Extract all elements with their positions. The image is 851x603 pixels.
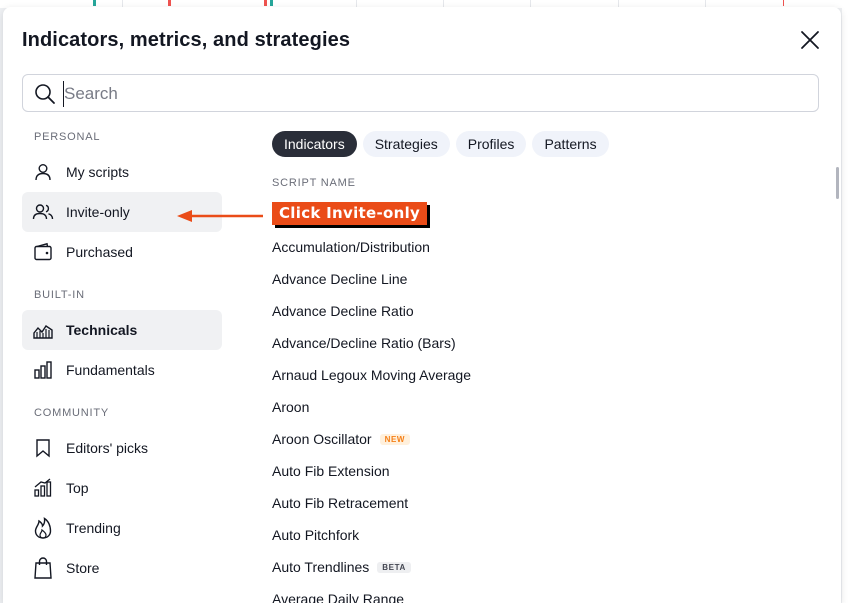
list-item[interactable]: Advance Decline Line: [272, 263, 812, 295]
script-name: Auto Trendlines: [272, 559, 370, 575]
list-item[interactable]: Auto Fib Retracement: [272, 487, 812, 519]
sidebar-item-label: Store: [66, 560, 100, 576]
script-name: Auto Fib Retracement: [272, 495, 409, 511]
candle: [168, 0, 171, 6]
script-name: Advance Decline Line: [272, 271, 408, 287]
tab-indicators[interactable]: Indicators: [272, 131, 357, 157]
indicators-dialog: Indicators, metrics, and strategies PERS…: [3, 7, 841, 603]
column-header-script-name: SCRIPT NAME: [272, 177, 356, 189]
list-item[interactable]: Arnaud Legoux Moving Average: [272, 359, 812, 391]
script-name: Auto Fib Extension: [272, 463, 390, 479]
user-icon: [32, 161, 54, 183]
section-label-personal: PERSONAL: [34, 131, 101, 143]
scrollbar-thumb[interactable]: [836, 167, 839, 199]
flame-icon: [32, 517, 54, 539]
chart-area-icon: [32, 319, 54, 341]
annotation-arrow-icon: [177, 210, 263, 222]
background-chart-edge: [842, 0, 851, 603]
sidebar-item-label: Purchased: [66, 244, 133, 260]
list-item[interactable]: Advance Decline Ratio: [272, 295, 812, 327]
list-item[interactable]: Average Daily Range: [272, 583, 812, 603]
sidebar-item-label: Top: [66, 480, 89, 496]
candle: [783, 0, 784, 6]
wallet-icon: [32, 241, 54, 263]
list-item[interactable]: Advance/Decline Ratio (Bars): [272, 327, 812, 359]
sidebar-item-editors-picks[interactable]: Editors' picks: [22, 428, 222, 468]
sidebar-item-my-scripts[interactable]: My scripts: [22, 152, 222, 192]
users-icon: [32, 201, 54, 223]
sidebar-item-label: Technicals: [66, 322, 138, 338]
section-label-built-in: BUILT-IN: [34, 289, 85, 301]
bar-chart-icon: [32, 359, 54, 381]
candle: [264, 0, 267, 6]
sidebar-item-label: Fundamentals: [66, 362, 155, 378]
script-name: Advance/Decline Ratio (Bars): [272, 335, 456, 351]
sidebar-item-purchased[interactable]: Purchased: [22, 232, 222, 272]
tab-patterns[interactable]: Patterns: [532, 131, 609, 157]
list-item[interactable]: Aroon: [272, 391, 812, 423]
list-item[interactable]: Auto Fib Extension: [272, 455, 812, 487]
sidebar-item-label: Invite-only: [66, 204, 130, 220]
annotation-label: Click Invite-only: [272, 202, 428, 225]
candle: [270, 0, 273, 6]
script-name: Aroon Oscillator: [272, 431, 372, 447]
script-name: Accumulation/Distribution: [272, 239, 430, 255]
tab-profiles[interactable]: Profiles: [455, 131, 527, 157]
script-name: Arnaud Legoux Moving Average: [272, 367, 471, 383]
dialog-title: Indicators, metrics, and strategies: [22, 29, 351, 51]
script-name: Advance Decline Ratio: [272, 303, 414, 319]
bookmark-icon: [32, 437, 54, 459]
sidebar-item-fundamentals[interactable]: Fundamentals: [22, 350, 222, 390]
list-item[interactable]: Aroon Oscillator NEW: [272, 423, 812, 455]
search-box[interactable]: [22, 74, 819, 112]
new-badge: NEW: [379, 433, 411, 445]
sidebar-item-trending[interactable]: Trending: [22, 508, 222, 548]
top-chart-icon: [32, 477, 54, 499]
sidebar-item-technicals[interactable]: Technicals: [22, 310, 222, 350]
sidebar-item-label: Editors' picks: [66, 440, 149, 456]
candle: [93, 0, 96, 6]
beta-badge: BETA: [377, 561, 411, 573]
section-label-community: COMMUNITY: [34, 407, 110, 419]
search-input[interactable]: [63, 81, 806, 107]
close-button[interactable]: [799, 29, 821, 51]
list-item[interactable]: Auto Pitchfork: [272, 519, 812, 551]
category-tabs: Indicators Strategies Profiles Patterns: [272, 131, 609, 157]
sidebar-item-store[interactable]: Store: [22, 548, 222, 588]
list-item[interactable]: Auto Trendlines BETA: [272, 551, 812, 583]
script-name: Auto Pitchfork: [272, 527, 360, 543]
search-icon: [35, 84, 55, 104]
list-item[interactable]: Accumulation/Distribution: [272, 231, 812, 263]
sidebar-item-top[interactable]: Top: [22, 468, 222, 508]
tab-strategies[interactable]: Strategies: [362, 131, 450, 157]
shopping-bag-icon: [32, 557, 54, 579]
close-icon: [801, 31, 819, 49]
script-name: Average Daily Range: [272, 591, 405, 603]
script-name: Aroon: [272, 399, 310, 415]
sidebar-item-label: My scripts: [66, 164, 129, 180]
sidebar-item-label: Trending: [66, 520, 121, 536]
